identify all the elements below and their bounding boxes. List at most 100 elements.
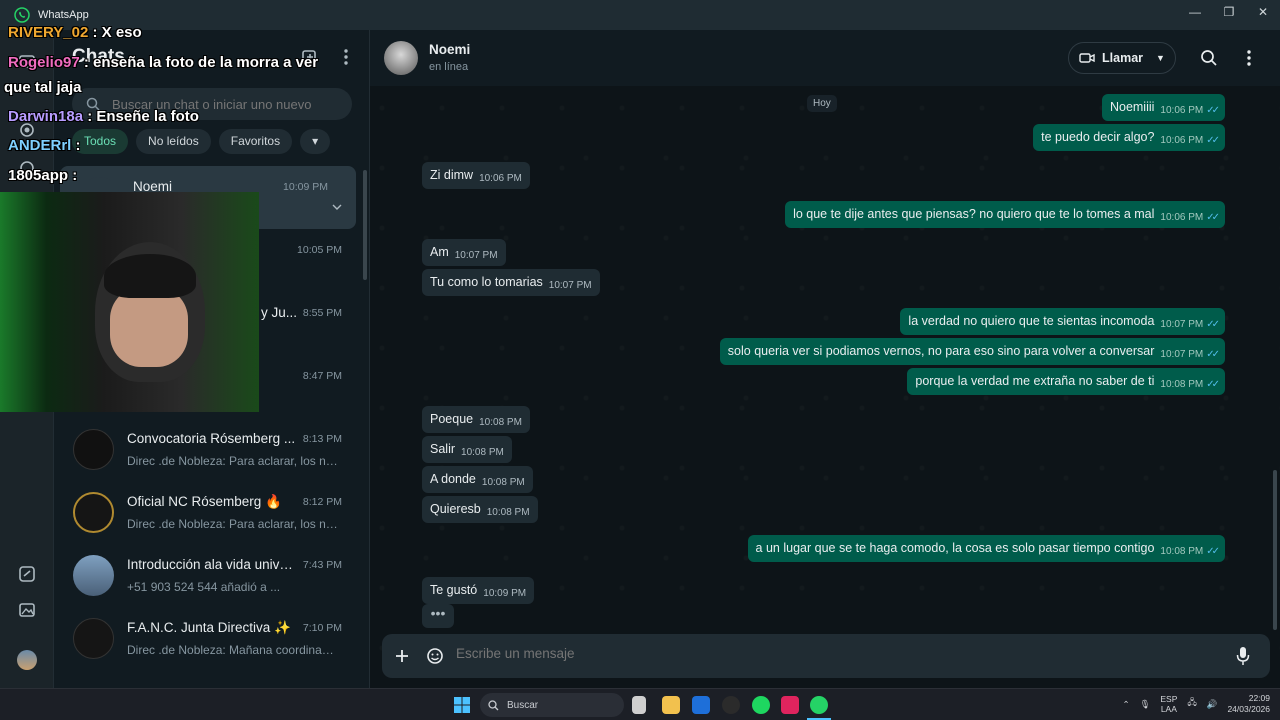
contact-avatar[interactable]: [384, 41, 418, 75]
chat-name: Oficial NC Rósemberg 🔥: [127, 494, 282, 509]
filter-all[interactable]: Todos: [72, 129, 129, 154]
channels-icon[interactable]: [17, 158, 37, 178]
network-icon[interactable]: 🖧: [1187, 697, 1196, 711]
message-list[interactable]: Hoy Noemiiii 10:06 PM ✓✓ te puedo decir al…: [370, 86, 1280, 634]
message-text: porque la verdad me extraña no saber de …: [915, 374, 1155, 388]
message-text: Noemiiii: [1109, 100, 1155, 114]
chat-list-item[interactable]: Convocatoria Rósemberg ... 8:13 PM Direc…: [54, 418, 370, 481]
message-text: Poeque: [430, 412, 474, 426]
status-icon[interactable]: [17, 120, 37, 140]
chat-preview: +51 903 524 544 añadió a ...: [127, 580, 281, 594]
close-button[interactable]: ✕: [1246, 0, 1280, 30]
message-time: 10:07 PM: [1160, 319, 1204, 330]
read-receipt-icon: ✓✓: [1206, 212, 1220, 223]
message-input[interactable]: [456, 646, 1156, 661]
message-time: 10:08 PM: [461, 447, 504, 458]
incoming-message[interactable]: Am 10:07 PM: [422, 239, 506, 266]
clock[interactable]: 22:09 24/03/2026: [1227, 693, 1270, 715]
windows-taskbar: Buscar ⌃ 🎙 ESP LAA 🖧 🔊 22:09 24/03/2026: [0, 688, 1280, 720]
conversation-header[interactable]: Noemi en línea Llamar ▼: [370, 30, 1280, 86]
maximize-button[interactable]: ❐: [1212, 0, 1246, 30]
outgoing-message[interactable]: a un lugar que se te haga comodo, la cos…: [747, 535, 1225, 562]
incoming-message[interactable]: Quieresb 10:08 PM: [422, 496, 538, 523]
webcam-overlay: [0, 192, 259, 412]
file-explorer-icon[interactable]: [662, 696, 680, 714]
date-divider: Hoy: [807, 95, 837, 112]
incoming-message[interactable]: Poeque 10:08 PM: [422, 406, 530, 433]
chat-time: 10:09 PM: [283, 181, 328, 193]
message-time: 10:07 PM: [454, 250, 498, 261]
read-receipt-icon: ✓✓: [1206, 546, 1220, 557]
filter-more-dropdown[interactable]: ▾: [300, 129, 331, 154]
windows-start-icon[interactable]: [454, 697, 470, 713]
language-indicator[interactable]: ESP LAA: [1160, 694, 1177, 714]
message-text: te puedo decir algo?: [1041, 130, 1155, 144]
outgoing-message[interactable]: lo que te dije antes que piensas? no qui…: [785, 201, 1225, 228]
group-avatar: [73, 492, 114, 533]
person-face: [110, 287, 188, 367]
store-app-icon[interactable]: [692, 696, 710, 714]
chat-time: 8:47 PM: [302, 370, 342, 382]
new-chat-icon[interactable]: [301, 48, 319, 66]
taskbar-search[interactable]: Buscar: [480, 693, 624, 717]
outgoing-message[interactable]: Noemiiii 10:06 PM ✓✓: [1101, 94, 1225, 121]
plus-icon[interactable]: [394, 648, 410, 664]
spotify-icon[interactable]: [752, 696, 770, 714]
microphone-icon[interactable]: [1236, 646, 1250, 666]
incoming-message[interactable]: A donde 10:08 PM: [422, 466, 533, 493]
search-icon: [488, 699, 499, 710]
starred-messages-icon[interactable]: [17, 564, 37, 584]
taskbar-search-label: Buscar: [507, 699, 539, 711]
outgoing-message[interactable]: te puedo decir algo? 10:06 PM ✓✓: [1033, 124, 1225, 151]
notepad-app-icon[interactable]: [632, 696, 646, 714]
contact-name[interactable]: Noemi: [429, 42, 470, 57]
tiktok-app-icon[interactable]: [781, 696, 799, 714]
emoji-sticker-icon[interactable]: [426, 647, 444, 665]
chevron-up-icon[interactable]: ⌃: [1122, 699, 1129, 710]
search-icon[interactable]: [1200, 49, 1218, 67]
incoming-message[interactable]: Te gustó 10:09 PM: [422, 577, 535, 604]
outgoing-message[interactable]: solo queria ver si podiamos vernos, no p…: [719, 338, 1225, 365]
chat-time: 8:12 PM: [302, 496, 342, 508]
whatsapp-taskbar-icon[interactable]: [810, 696, 828, 714]
read-receipt-icon: ✓✓: [1206, 379, 1220, 390]
incoming-message[interactable]: Tu como lo tomarias 10:07 PM: [422, 269, 600, 296]
chat-list-item[interactable]: Oficial NC Rósemberg 🔥 8:12 PM Direc .de…: [54, 481, 370, 544]
caret-down-icon: ▼: [1156, 53, 1165, 63]
message-text: Te gustó: [430, 583, 478, 597]
chat-list-item[interactable]: F.A.N.C. Junta Directiva ✨ 7:10 PM Direc…: [54, 607, 370, 670]
chat-search-box[interactable]: [72, 88, 352, 120]
media-gallery-icon[interactable]: [17, 600, 37, 620]
message-scrollbar[interactable]: [1273, 470, 1277, 630]
conversation-panel: Noemi en línea Llamar ▼ Hoy Noemiiii 10:0…: [370, 30, 1280, 688]
profile-avatar[interactable]: [17, 650, 37, 670]
call-button[interactable]: Llamar ▼: [1068, 42, 1176, 74]
obs-app-icon[interactable]: [722, 696, 740, 714]
chat-list-scrollbar[interactable]: [363, 170, 367, 280]
message-time: 10:08 PM: [479, 417, 522, 428]
search-input[interactable]: [112, 96, 332, 112]
chat-list-item[interactable]: Introducción ala vida univer... 7:43 PM …: [54, 544, 370, 607]
menu-kebab-icon[interactable]: [1246, 49, 1252, 67]
outgoing-message[interactable]: porque la verdad me extraña no saber de …: [907, 368, 1225, 395]
outgoing-message[interactable]: la verdad no quiero que te sientas incom…: [900, 308, 1225, 335]
incoming-message[interactable]: Salir 10:08 PM: [422, 436, 512, 463]
app-title: WhatsApp: [38, 9, 89, 21]
microphone-icon[interactable]: 🎙: [1140, 699, 1151, 710]
read-receipt-icon: ✓✓: [1206, 135, 1220, 146]
message-time: 10:06 PM: [1160, 135, 1204, 146]
volume-icon[interactable]: 🔊: [1207, 699, 1218, 710]
message-text: Zi dimw: [430, 168, 474, 182]
chevron-down-icon[interactable]: [332, 204, 342, 210]
message-time: 10:06 PM: [1160, 212, 1204, 223]
chat-name: Introducción ala vida univer...: [127, 557, 297, 572]
filter-unread[interactable]: No leídos: [136, 129, 211, 154]
chat-time: 8:13 PM: [302, 433, 342, 445]
minimize-button[interactable]: —: [1178, 0, 1212, 30]
menu-kebab-icon[interactable]: [343, 48, 349, 66]
message-time: 10:08 PM: [481, 477, 525, 488]
filter-favorites[interactable]: Favoritos: [218, 129, 293, 154]
incoming-message[interactable]: Zi dimw 10:06 PM: [422, 162, 530, 189]
chats-icon[interactable]: [17, 52, 37, 72]
message-time: 10:08 PM: [1160, 379, 1204, 390]
